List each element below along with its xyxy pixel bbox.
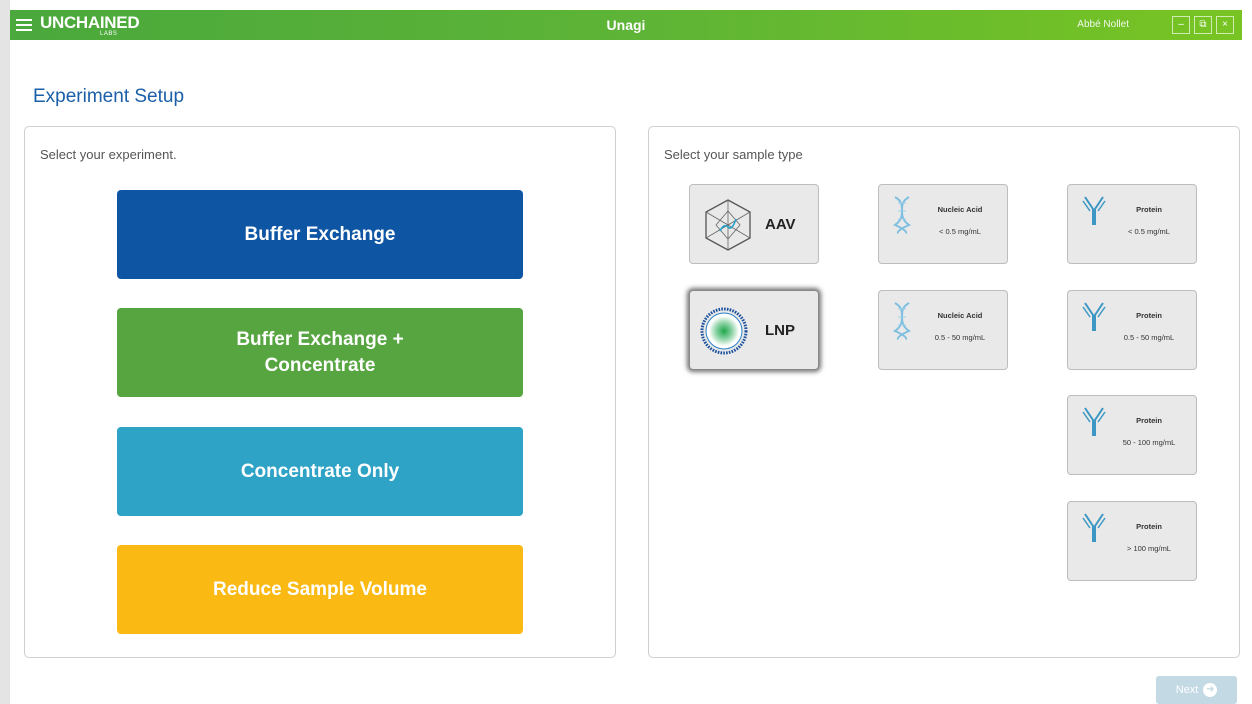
close-button[interactable]: ×: [1216, 16, 1234, 34]
app-title: Unagi: [606, 17, 646, 33]
reduce-sample-volume-button[interactable]: Reduce Sample Volume: [117, 545, 523, 634]
lnp-particle-icon: [700, 307, 748, 355]
sample-tile-aav[interactable]: AAV: [689, 184, 819, 264]
dna-icon: [892, 196, 912, 234]
user-name: Abbé Nollet: [1077, 19, 1129, 30]
sample-tile-protein-high[interactable]: Protein 50 - 100 mg/mL: [1067, 395, 1197, 475]
nucleic-acid-mid-name: Nucleic Acid: [937, 311, 983, 320]
protein-mid-range: 0.5 - 50 mg/mL: [1123, 333, 1175, 342]
antibody-icon: [1082, 407, 1106, 436]
buffer-exchange-concentrate-button[interactable]: Buffer Exchange + Concentrate: [117, 308, 523, 397]
aav-capsid-icon: [705, 199, 751, 251]
title-bar: UNCHAINED LABS Unagi Abbé Nollet – ⧉ ×: [10, 10, 1242, 40]
antibody-icon: [1082, 196, 1106, 225]
sample-tile-protein-low[interactable]: Protein < 0.5 mg/mL: [1067, 184, 1197, 264]
sample-tile-protein-very-high[interactable]: Protein > 100 mg/mL: [1067, 501, 1197, 581]
aav-label: AAV: [765, 216, 796, 233]
arrow-right-icon: ➜: [1203, 683, 1218, 697]
buffer-exchange-button[interactable]: Buffer Exchange: [117, 190, 523, 279]
next-button-label: Next: [1175, 684, 1199, 696]
protein-low-range: < 0.5 mg/mL: [1128, 227, 1170, 236]
next-button[interactable]: Next ➜: [1156, 676, 1237, 704]
left-edge: [0, 0, 10, 704]
lnp-label: LNP: [765, 322, 795, 339]
nucleic-acid-low-name: Nucleic Acid: [937, 205, 983, 214]
restore-button[interactable]: ⧉: [1194, 16, 1212, 34]
experiment-panel-heading: Select your experiment.: [40, 147, 177, 162]
sample-tile-lnp[interactable]: LNP: [689, 290, 819, 370]
dna-icon: [892, 302, 912, 340]
experiment-panel: Select your experiment. Buffer Exchange …: [24, 126, 616, 658]
protein-high-name: Protein: [1136, 416, 1162, 425]
page-title: Experiment Setup: [33, 86, 185, 107]
minimize-button[interactable]: –: [1172, 16, 1190, 34]
protein-high-range: 50 - 100 mg/mL: [1122, 438, 1176, 447]
antibody-icon: [1082, 513, 1106, 542]
sample-type-panel-heading: Select your sample type: [664, 147, 803, 162]
sample-tile-nucleic-acid-low[interactable]: Nucleic Acid < 0.5 mg/mL: [878, 184, 1008, 264]
protein-low-name: Protein: [1136, 205, 1162, 214]
antibody-icon: [1082, 302, 1106, 331]
sample-tile-nucleic-acid-mid[interactable]: Nucleic Acid 0.5 - 50 mg/mL: [878, 290, 1008, 370]
protein-mid-name: Protein: [1136, 311, 1162, 320]
sample-tile-protein-mid[interactable]: Protein 0.5 - 50 mg/mL: [1067, 290, 1197, 370]
protein-very-high-range: > 100 mg/mL: [1127, 544, 1171, 553]
concentrate-only-button[interactable]: Concentrate Only: [117, 427, 523, 516]
nucleic-acid-mid-range: 0.5 - 50 mg/mL: [934, 333, 986, 342]
app-window: UNCHAINED LABS Unagi Abbé Nollet – ⧉ × E…: [0, 0, 1252, 704]
nucleic-acid-low-range: < 0.5 mg/mL: [939, 227, 981, 236]
protein-very-high-name: Protein: [1136, 522, 1162, 531]
sample-type-panel: Select your sample type AAV LNP Nucleic …: [648, 126, 1240, 658]
